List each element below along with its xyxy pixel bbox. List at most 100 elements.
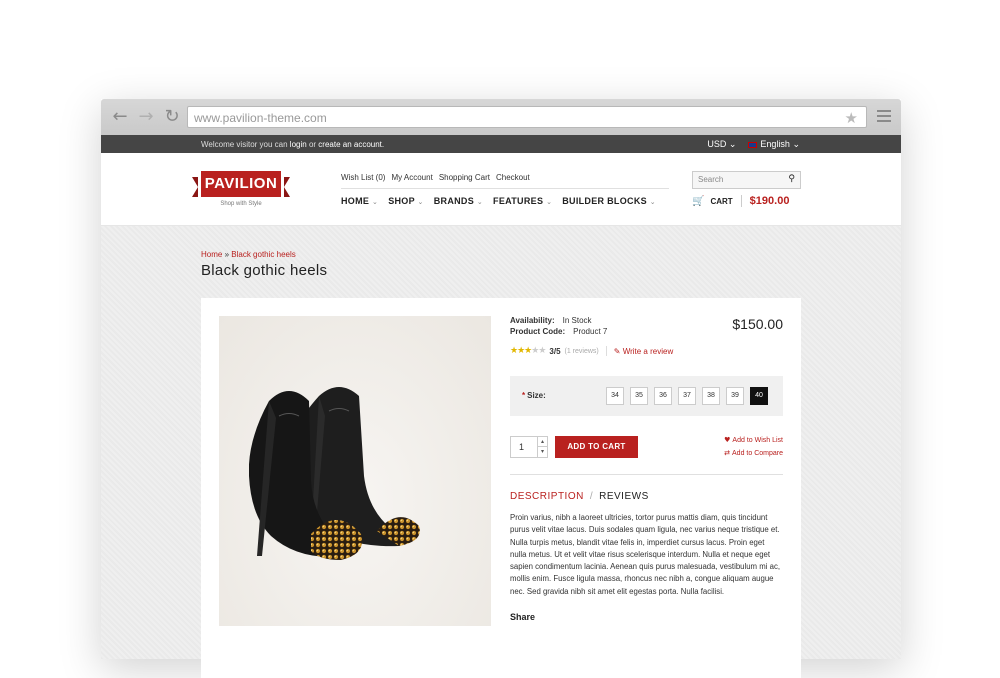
header-divider xyxy=(341,188,669,189)
breadcrumb-separator: » xyxy=(224,250,230,259)
size-option-36[interactable]: 36 xyxy=(654,387,672,405)
browser-chrome: ← → ↻ www.pavilion-theme.com ★ xyxy=(101,99,901,135)
rating-text: 3/5 xyxy=(549,346,561,356)
chevron-down-icon: ⌄ xyxy=(417,199,424,206)
address-bar[interactable]: www.pavilion-theme.com ★ xyxy=(187,106,867,128)
size-option-34[interactable]: 34 xyxy=(606,387,624,405)
size-swatches: 34 35 36 37 38 39 40 xyxy=(606,387,768,405)
star-empty-icon: ★ xyxy=(538,346,546,356)
browser-menu-icon[interactable] xyxy=(877,110,891,122)
add-to-cart-button[interactable]: ADD TO CART xyxy=(555,436,638,458)
welcome-message: Welcome visitor you can login or create … xyxy=(201,140,384,149)
add-to-compare-label: Add to Compare xyxy=(732,450,783,457)
product-code-value: Product 7 xyxy=(573,327,608,336)
search-placeholder: Search xyxy=(698,175,724,184)
currency-label: USD xyxy=(707,139,727,149)
required-marker: * xyxy=(522,391,526,400)
size-option-37[interactable]: 37 xyxy=(678,387,696,405)
top-bar: Welcome visitor you can login or create … xyxy=(101,135,901,153)
nav-builder-blocks-label: BUILDER BLOCKS xyxy=(562,196,647,206)
nav-features[interactable]: FEATURES ⌄ xyxy=(493,196,552,206)
language-label: English xyxy=(760,139,790,149)
quantity-value: 1 xyxy=(519,442,525,452)
product-code-label: Product Code: xyxy=(510,327,566,336)
breadcrumb-home[interactable]: Home xyxy=(201,250,222,259)
checkout-link[interactable]: Checkout xyxy=(496,173,530,182)
site-logo[interactable]: PAVILION xyxy=(192,171,290,197)
add-to-wishlist-link[interactable]: ♥ Add to Wish List xyxy=(724,434,783,447)
cart-divider xyxy=(740,195,742,207)
breadcrumb-current[interactable]: Black gothic heels xyxy=(231,250,295,259)
write-review-link[interactable]: ✎ Write a review xyxy=(614,347,673,356)
shopping-cart-link[interactable]: Shopping Cart xyxy=(439,173,490,182)
nav-builder-blocks[interactable]: BUILDER BLOCKS ⌄ xyxy=(562,196,656,206)
topbar-selectors: USD ⌄ English ⌄ xyxy=(707,139,800,150)
uk-flag-icon xyxy=(748,141,758,148)
size-option-40[interactable]: 40 xyxy=(750,387,768,405)
language-selector[interactable]: English ⌄ xyxy=(748,139,800,150)
header-cart[interactable]: 🛒 CART $190.00 xyxy=(692,195,789,207)
heart-icon: ♥ xyxy=(724,436,731,444)
tab-reviews[interactable]: REVIEWS xyxy=(599,491,649,502)
tab-description[interactable]: DESCRIPTION xyxy=(510,491,584,502)
reload-icon[interactable]: ↻ xyxy=(163,108,181,126)
nav-shop-label: SHOP xyxy=(388,196,415,206)
nav-home[interactable]: HOME ⌄ xyxy=(341,196,378,206)
add-to-compare-link[interactable]: ⇄ Add to Compare xyxy=(724,447,783,460)
currency-selector[interactable]: USD ⌄ xyxy=(707,139,736,150)
bookmark-star-icon[interactable]: ★ xyxy=(845,109,858,127)
section-divider xyxy=(510,474,783,475)
product-tabs: DESCRIPTION / REVIEWS xyxy=(510,491,783,502)
product-info: Availability: In Stock Product Code: Produ… xyxy=(510,316,783,622)
size-label: * Size: xyxy=(522,391,546,400)
cart-label: CART xyxy=(710,196,733,206)
my-account-link[interactable]: My Account xyxy=(391,173,432,182)
chevron-down-icon: ⌄ xyxy=(649,199,656,206)
rating-stars: ★★★★★ xyxy=(510,346,546,356)
availability-value: In Stock xyxy=(562,316,592,325)
compare-arrows-icon: ⇄ xyxy=(724,449,731,457)
cart-total: $190.00 xyxy=(749,195,790,207)
quantity-stepper[interactable]: 1 ▴ ▾ xyxy=(510,436,548,458)
buy-row: 1 ▴ ▾ ADD TO CART ♥ Add to Wish List ⇄ Add… xyxy=(510,436,783,460)
url-text: www.pavilion-theme.com xyxy=(194,111,327,125)
rating-row: ★★★★★ 3/5 (1 reviews) ✎ Write a review xyxy=(510,346,783,356)
nav-brands[interactable]: BRANDS ⌄ xyxy=(434,196,483,206)
tab-separator: / xyxy=(589,491,594,502)
product-image[interactable] xyxy=(219,316,491,626)
size-option-35[interactable]: 35 xyxy=(630,387,648,405)
product-description: Proin varius, nibh a laoreet ultricies, … xyxy=(510,513,781,596)
browser-window: ← → ↻ www.pavilion-theme.com ★ Welcome v… xyxy=(101,99,901,678)
size-label-text: Size: xyxy=(527,391,546,400)
create-account-link[interactable]: create an account. xyxy=(318,140,384,149)
chevron-down-icon: ⌄ xyxy=(728,139,737,149)
size-option-38[interactable]: 38 xyxy=(702,387,720,405)
add-to-wishlist-label: Add to Wish List xyxy=(732,437,783,444)
size-option-39[interactable]: 39 xyxy=(726,387,744,405)
rating-divider xyxy=(605,346,607,356)
forward-arrow-icon[interactable]: → xyxy=(137,108,155,126)
share-heading: Share xyxy=(510,612,536,623)
login-link[interactable]: login xyxy=(290,140,307,149)
chevron-down-icon: ⌄ xyxy=(476,199,484,206)
nav-brands-label: BRANDS xyxy=(433,196,475,206)
nav-features-label: FEATURES xyxy=(493,196,544,206)
nav-shop[interactable]: SHOP ⌄ xyxy=(388,196,424,206)
breadcrumb: Home » Black gothic heels xyxy=(201,250,296,259)
page-content: Home » Black gothic heels Black gothic h… xyxy=(101,226,901,678)
chevron-down-icon[interactable]: ▾ xyxy=(537,447,547,457)
wishlist-link[interactable]: Wish List (0) xyxy=(341,173,385,182)
product-price: $150.00 xyxy=(732,316,783,332)
page-title: Black gothic heels xyxy=(201,262,328,279)
reviews-count[interactable]: (1 reviews) xyxy=(565,348,599,355)
pencil-icon: ✎ xyxy=(613,346,621,356)
back-arrow-icon[interactable]: ← xyxy=(111,108,129,126)
size-options: * Size: 34 35 36 37 38 39 40 xyxy=(510,376,783,416)
search-icon[interactable]: ⚲ xyxy=(788,174,795,184)
chevron-up-icon[interactable]: ▴ xyxy=(537,437,547,447)
nav-home-label: HOME xyxy=(341,196,370,206)
or-text: or xyxy=(308,140,317,149)
logo-tagline: Shop with Style xyxy=(220,201,262,207)
search-input[interactable]: Search ⚲ xyxy=(692,171,801,189)
cart-icon: 🛒 xyxy=(692,195,705,207)
